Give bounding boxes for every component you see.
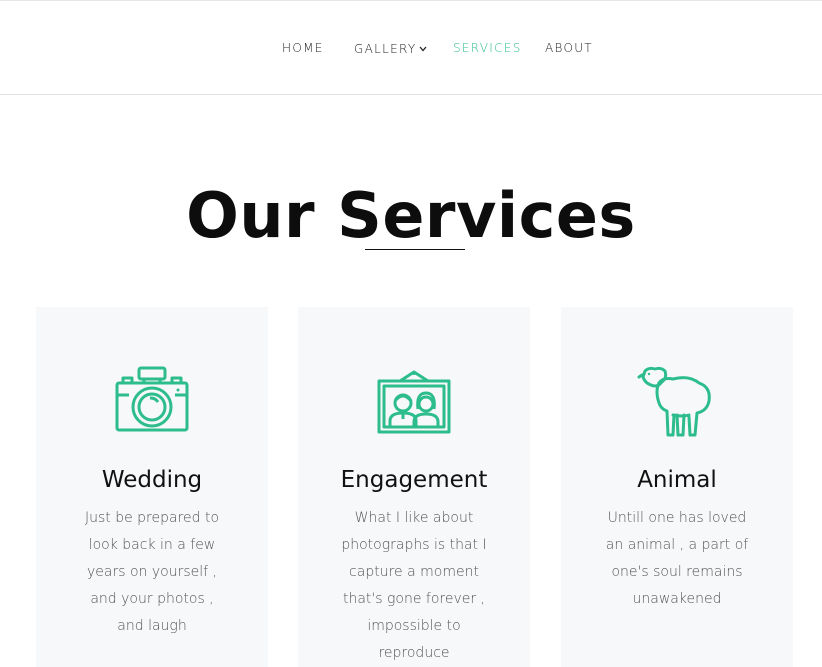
nav-gallery[interactable]: GALLERY xyxy=(354,41,427,56)
service-title: Animal xyxy=(637,467,717,493)
service-card-animal: Animal Untill one has loved an animal , … xyxy=(561,307,793,667)
page-title: Our Services xyxy=(186,179,636,252)
service-title: Engagement xyxy=(340,467,488,493)
nav-services[interactable]: SERVICES xyxy=(453,41,522,55)
chevron-down-icon xyxy=(419,41,427,55)
sheep-icon xyxy=(561,363,793,439)
service-title: Wedding xyxy=(101,467,203,493)
nav-gallery-label: GALLERY xyxy=(354,42,417,56)
service-card-engagement: Engagement What I like about photographs… xyxy=(298,307,530,667)
title-underline xyxy=(365,249,465,250)
nav-home[interactable]: HOME xyxy=(282,41,324,55)
couple-portrait-icon xyxy=(298,369,530,435)
service-card-wedding: Wedding Just be prepared to look back in… xyxy=(36,307,268,667)
service-description: What I like about photographs is that I … xyxy=(341,510,487,661)
nav-about[interactable]: ABOUT xyxy=(545,41,593,55)
service-description: Just be prepared to look back in a few y… xyxy=(84,510,220,634)
service-description: Untill one has loved an animal , a part … xyxy=(605,510,749,607)
main-nav: HOME GALLERY SERVICES ABOUT xyxy=(0,1,822,95)
camera-icon xyxy=(36,365,268,435)
